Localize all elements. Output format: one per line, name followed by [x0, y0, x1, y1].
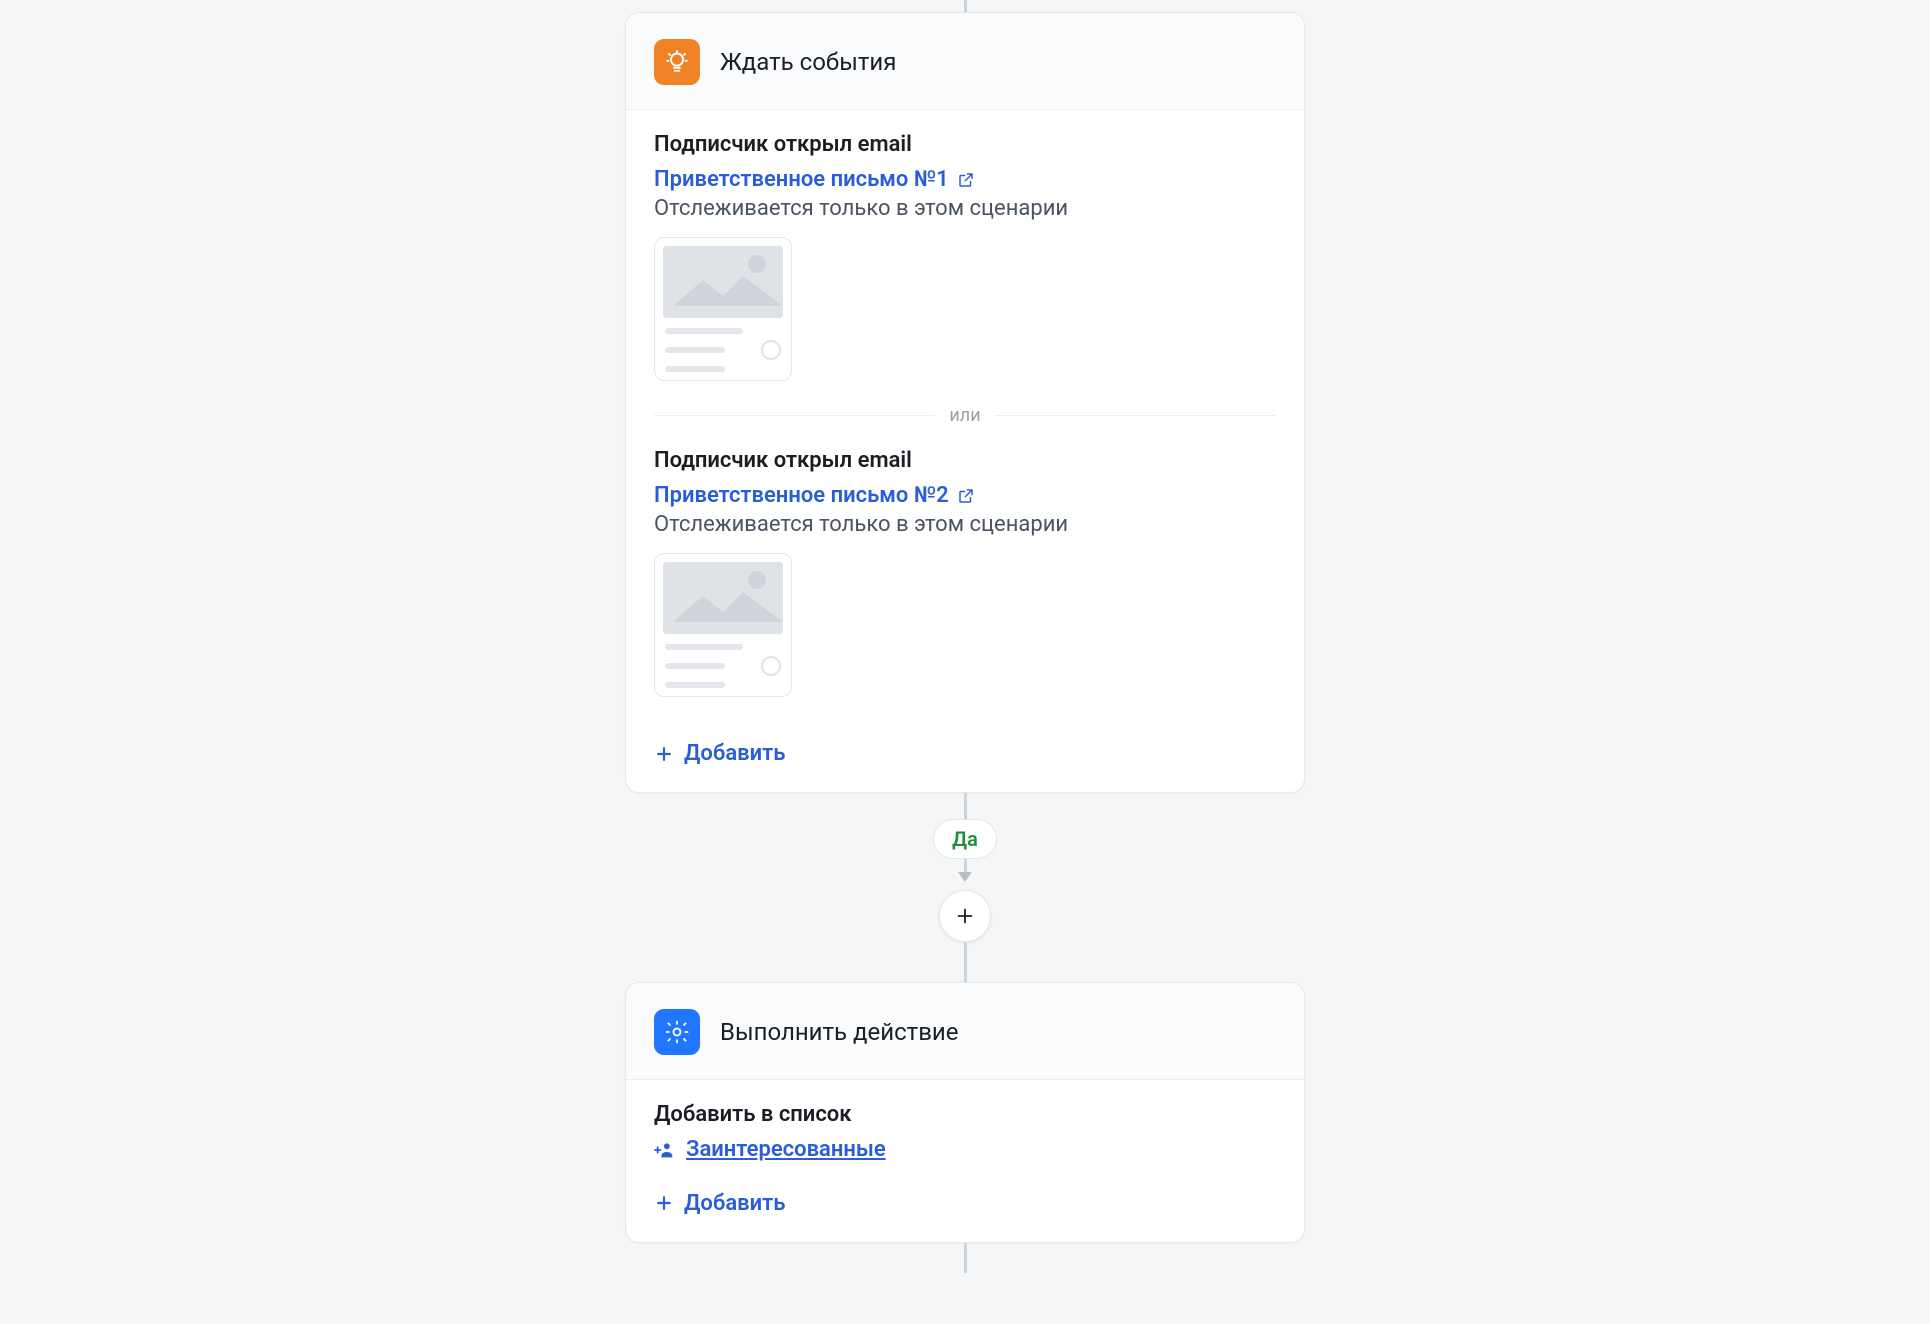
- card-header: Выполнить действие: [626, 983, 1304, 1080]
- or-label: или: [949, 405, 980, 426]
- add-label: Добавить: [684, 741, 785, 766]
- card-header: Ждать события: [626, 13, 1304, 110]
- card-body: Подписчик открыл email Приветственное пи…: [626, 110, 1304, 792]
- automation-flow: Ждать события Подписчик открыл email При…: [625, 0, 1305, 1273]
- email-thumbnail[interactable]: [654, 553, 792, 697]
- connector-line: [964, 942, 967, 982]
- person-add-icon: [654, 1139, 676, 1161]
- or-divider: или: [626, 405, 1304, 426]
- email-thumbnail[interactable]: [654, 237, 792, 381]
- branch-badge-yes[interactable]: Да: [933, 819, 997, 859]
- list-link[interactable]: Заинтересованные: [654, 1137, 886, 1162]
- email-link[interactable]: Приветственное письмо №1: [654, 167, 975, 192]
- gear-icon: [654, 1009, 700, 1055]
- card-body: Добавить в список Заинтересованные Добав…: [626, 1080, 1304, 1242]
- event-block: Подписчик открыл email Приветственное пи…: [626, 110, 1304, 405]
- add-event-button[interactable]: Добавить: [626, 721, 1304, 792]
- add-step-button[interactable]: [939, 890, 991, 942]
- external-link-icon: [957, 487, 975, 505]
- event-title: Подписчик открыл email: [654, 448, 1276, 473]
- arrow-down-icon: [958, 872, 972, 882]
- add-action-button[interactable]: Добавить: [626, 1177, 1304, 1242]
- event-block: Подписчик открыл email Приветственное пи…: [626, 426, 1304, 721]
- perform-action-card[interactable]: Выполнить действие Добавить в список Заи…: [625, 982, 1305, 1243]
- lightbulb-icon: [654, 39, 700, 85]
- card-title: Выполнить действие: [720, 1018, 959, 1046]
- connector-line: [964, 0, 967, 12]
- event-title: Подписчик открыл email: [654, 132, 1276, 157]
- add-label: Добавить: [684, 1191, 785, 1216]
- plus-icon: [654, 744, 674, 764]
- plus-icon: [654, 1193, 674, 1213]
- wait-event-card[interactable]: Ждать события Подписчик открыл email При…: [625, 12, 1305, 793]
- email-link[interactable]: Приветственное письмо №2: [654, 483, 975, 508]
- image-placeholder-icon: [663, 246, 783, 318]
- plus-icon: [954, 905, 976, 927]
- email-link-label: Приветственное письмо №1: [654, 167, 949, 192]
- connector-line: [964, 793, 967, 819]
- image-placeholder-icon: [663, 562, 783, 634]
- list-name: Заинтересованные: [686, 1137, 886, 1162]
- action-block: Добавить в список Заинтересованные: [626, 1080, 1304, 1177]
- external-link-icon: [957, 171, 975, 189]
- action-title: Добавить в список: [654, 1102, 1276, 1127]
- card-title: Ждать события: [720, 48, 896, 76]
- event-subtext: Отслеживается только в этом сценарии: [654, 512, 1276, 537]
- connector-arrow: [958, 859, 972, 882]
- event-subtext: Отслеживается только в этом сценарии: [654, 196, 1276, 221]
- email-link-label: Приветственное письмо №2: [654, 483, 949, 508]
- connector-line: [964, 1243, 967, 1273]
